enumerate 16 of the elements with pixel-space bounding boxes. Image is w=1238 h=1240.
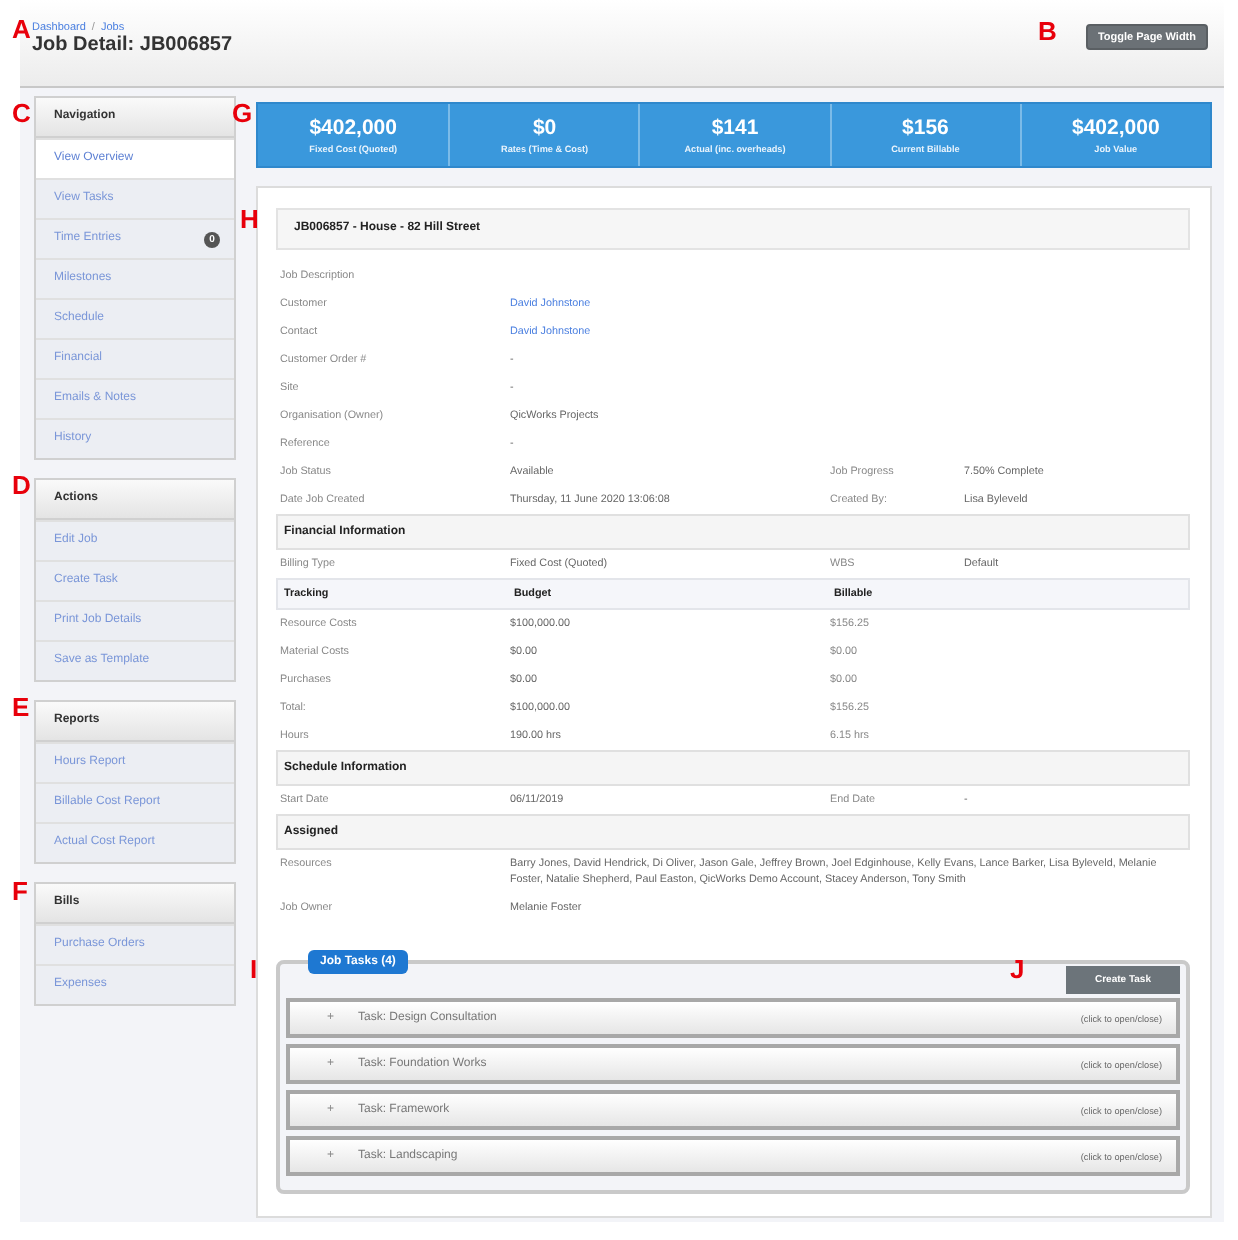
stat-value: $402,000 bbox=[309, 116, 397, 140]
callout-letter: C bbox=[12, 100, 31, 126]
stat-value: $402,000 bbox=[1071, 116, 1160, 140]
callout-letter: B bbox=[1038, 18, 1057, 44]
callout-letter: F bbox=[12, 878, 28, 904]
page-title: Job Detail: JB006857 bbox=[32, 34, 233, 56]
stat-value: $0 bbox=[532, 116, 557, 140]
callout-letter: G bbox=[232, 100, 253, 126]
callout-letter: I bbox=[250, 956, 258, 982]
callout-letter: H bbox=[240, 206, 259, 232]
callout-letter: E bbox=[12, 694, 30, 720]
stat-value: $156 bbox=[902, 116, 949, 140]
callout-letter: A bbox=[12, 16, 31, 42]
stat-value: $141 bbox=[711, 116, 759, 140]
callout-letter: J bbox=[1010, 956, 1025, 982]
callout-letter: D bbox=[12, 472, 31, 498]
